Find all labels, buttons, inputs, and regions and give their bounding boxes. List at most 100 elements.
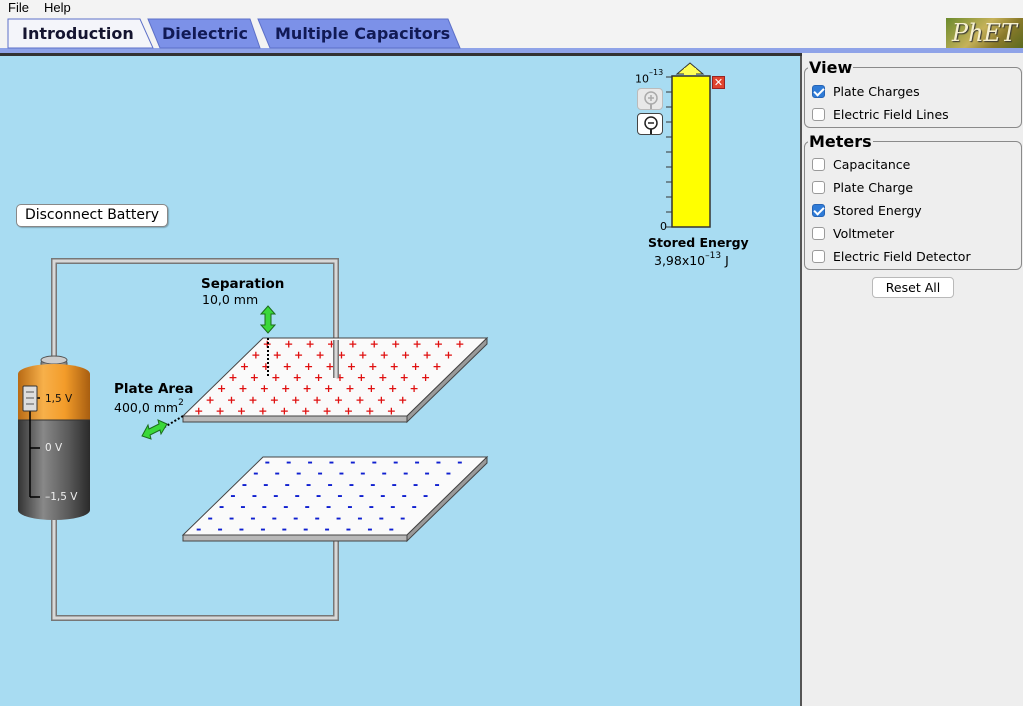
negative-charge: - xyxy=(380,489,385,504)
positive-charge: + xyxy=(251,349,260,362)
negative-charge: - xyxy=(265,456,270,471)
negative-charge: - xyxy=(390,500,395,515)
positive-charge: + xyxy=(293,371,302,384)
positive-charge: + xyxy=(345,382,354,395)
checkbox-box[interactable] xyxy=(812,158,825,171)
zoom-out-button[interactable] xyxy=(637,113,663,135)
negative-charge: - xyxy=(229,511,234,526)
meter-zero-label: 0 xyxy=(660,220,667,233)
positive-charge: + xyxy=(323,404,332,417)
plate-area-handle[interactable] xyxy=(141,415,184,440)
positive-charge: + xyxy=(410,382,419,395)
positive-charge: + xyxy=(368,360,377,373)
negative-charge: - xyxy=(327,478,332,493)
negative-charge: - xyxy=(250,511,255,526)
checkbox-label: Plate Charges xyxy=(833,84,920,99)
positive-charge: + xyxy=(304,360,313,373)
negative-charge: - xyxy=(324,522,329,537)
positive-charge: + xyxy=(432,360,441,373)
negative-charge: - xyxy=(413,478,418,493)
negative-charge: - xyxy=(294,489,299,504)
zoom-in-button[interactable] xyxy=(637,88,663,110)
negative-charge: - xyxy=(303,522,308,537)
close-meter-icon[interactable]: ✕ xyxy=(712,76,725,89)
positive-charge: + xyxy=(422,349,431,362)
checkbox-box[interactable] xyxy=(812,108,825,121)
positive-charge: + xyxy=(367,382,376,395)
positive-charge: + xyxy=(380,349,389,362)
positive-charge: + xyxy=(412,338,421,351)
positive-charge: + xyxy=(398,393,407,406)
negative-charge: - xyxy=(393,456,398,471)
negative-charge: - xyxy=(392,478,397,493)
positive-charge: + xyxy=(248,393,257,406)
positive-charge: + xyxy=(324,382,333,395)
disconnect-battery-button[interactable]: Disconnect Battery xyxy=(16,204,168,227)
negative-charge: - xyxy=(382,467,387,482)
plate-area-title: Plate Area xyxy=(114,381,194,397)
positive-charge: + xyxy=(434,338,443,351)
checkbox-label: Electric Field Lines xyxy=(833,107,949,122)
negative-charge: - xyxy=(434,478,439,493)
positive-charge: + xyxy=(378,371,387,384)
checkbox-box[interactable] xyxy=(812,227,825,240)
positive-charge: + xyxy=(270,393,279,406)
positive-charge: + xyxy=(377,393,386,406)
negative-charge: - xyxy=(275,467,280,482)
positive-charge: + xyxy=(284,338,293,351)
positive-charge: + xyxy=(444,349,453,362)
positive-charge: + xyxy=(401,349,410,362)
negative-charge: - xyxy=(329,456,334,471)
checkbox-box[interactable] xyxy=(812,85,825,98)
checkbox-label: Electric Field Detector xyxy=(833,249,971,264)
positive-charge: + xyxy=(237,404,246,417)
separation-value: 10,0 mm xyxy=(202,292,259,307)
zoom-out-icon xyxy=(644,116,658,134)
checkbox-box[interactable] xyxy=(812,250,825,263)
negative-charge: - xyxy=(403,467,408,482)
checkbox-box[interactable] xyxy=(812,181,825,194)
positive-charge: + xyxy=(194,404,203,417)
negative-charge: - xyxy=(337,489,342,504)
negative-charge: - xyxy=(346,522,351,537)
separation-title: Separation xyxy=(201,276,285,292)
negative-charge: - xyxy=(253,467,258,482)
negative-charge: - xyxy=(296,467,301,482)
negative-charge: - xyxy=(219,500,224,515)
positive-charge: + xyxy=(281,382,290,395)
negative-charge: - xyxy=(446,467,451,482)
negative-charge: - xyxy=(285,478,290,493)
positive-charge: + xyxy=(348,338,357,351)
negative-charge: - xyxy=(389,522,394,537)
positive-charge: + xyxy=(261,360,270,373)
negative-charge: - xyxy=(369,500,374,515)
positive-charge: + xyxy=(421,371,430,384)
positive-charge: + xyxy=(400,371,409,384)
positive-charge: + xyxy=(357,371,366,384)
negative-charge: - xyxy=(357,511,362,526)
circuit-canvas: - - - - - - - - - -- - - - - - - - - -- - - - - - - - - -- - - - - - - - - -… xyxy=(18,62,711,621)
positive-charge: + xyxy=(334,393,343,406)
meters-group-title: Meters xyxy=(808,132,873,151)
checkbox-box[interactable] xyxy=(812,204,825,217)
positive-charge: + xyxy=(305,338,314,351)
meter-exponent: 10–13 xyxy=(635,68,664,86)
positive-charge: + xyxy=(455,338,464,351)
negative-charge: - xyxy=(423,489,428,504)
checkbox-label: Plate Charge xyxy=(833,180,914,195)
phet-logo[interactable]: PhET xyxy=(946,18,1023,48)
meter-exp-power: –13 xyxy=(649,68,664,77)
negative-charge: - xyxy=(273,489,278,504)
positive-charge: + xyxy=(313,393,322,406)
positive-charge: + xyxy=(355,393,364,406)
positive-charge: + xyxy=(280,404,289,417)
negative-charge: - xyxy=(293,511,298,526)
negative-charge: - xyxy=(424,467,429,482)
negative-charge: - xyxy=(230,489,235,504)
negative-charge: - xyxy=(262,500,267,515)
negative-charge: - xyxy=(317,467,322,482)
reset-all-button[interactable]: Reset All xyxy=(872,277,954,298)
negative-charge: - xyxy=(457,456,462,471)
view-group-title: View xyxy=(808,58,854,77)
negative-charge: - xyxy=(207,511,212,526)
